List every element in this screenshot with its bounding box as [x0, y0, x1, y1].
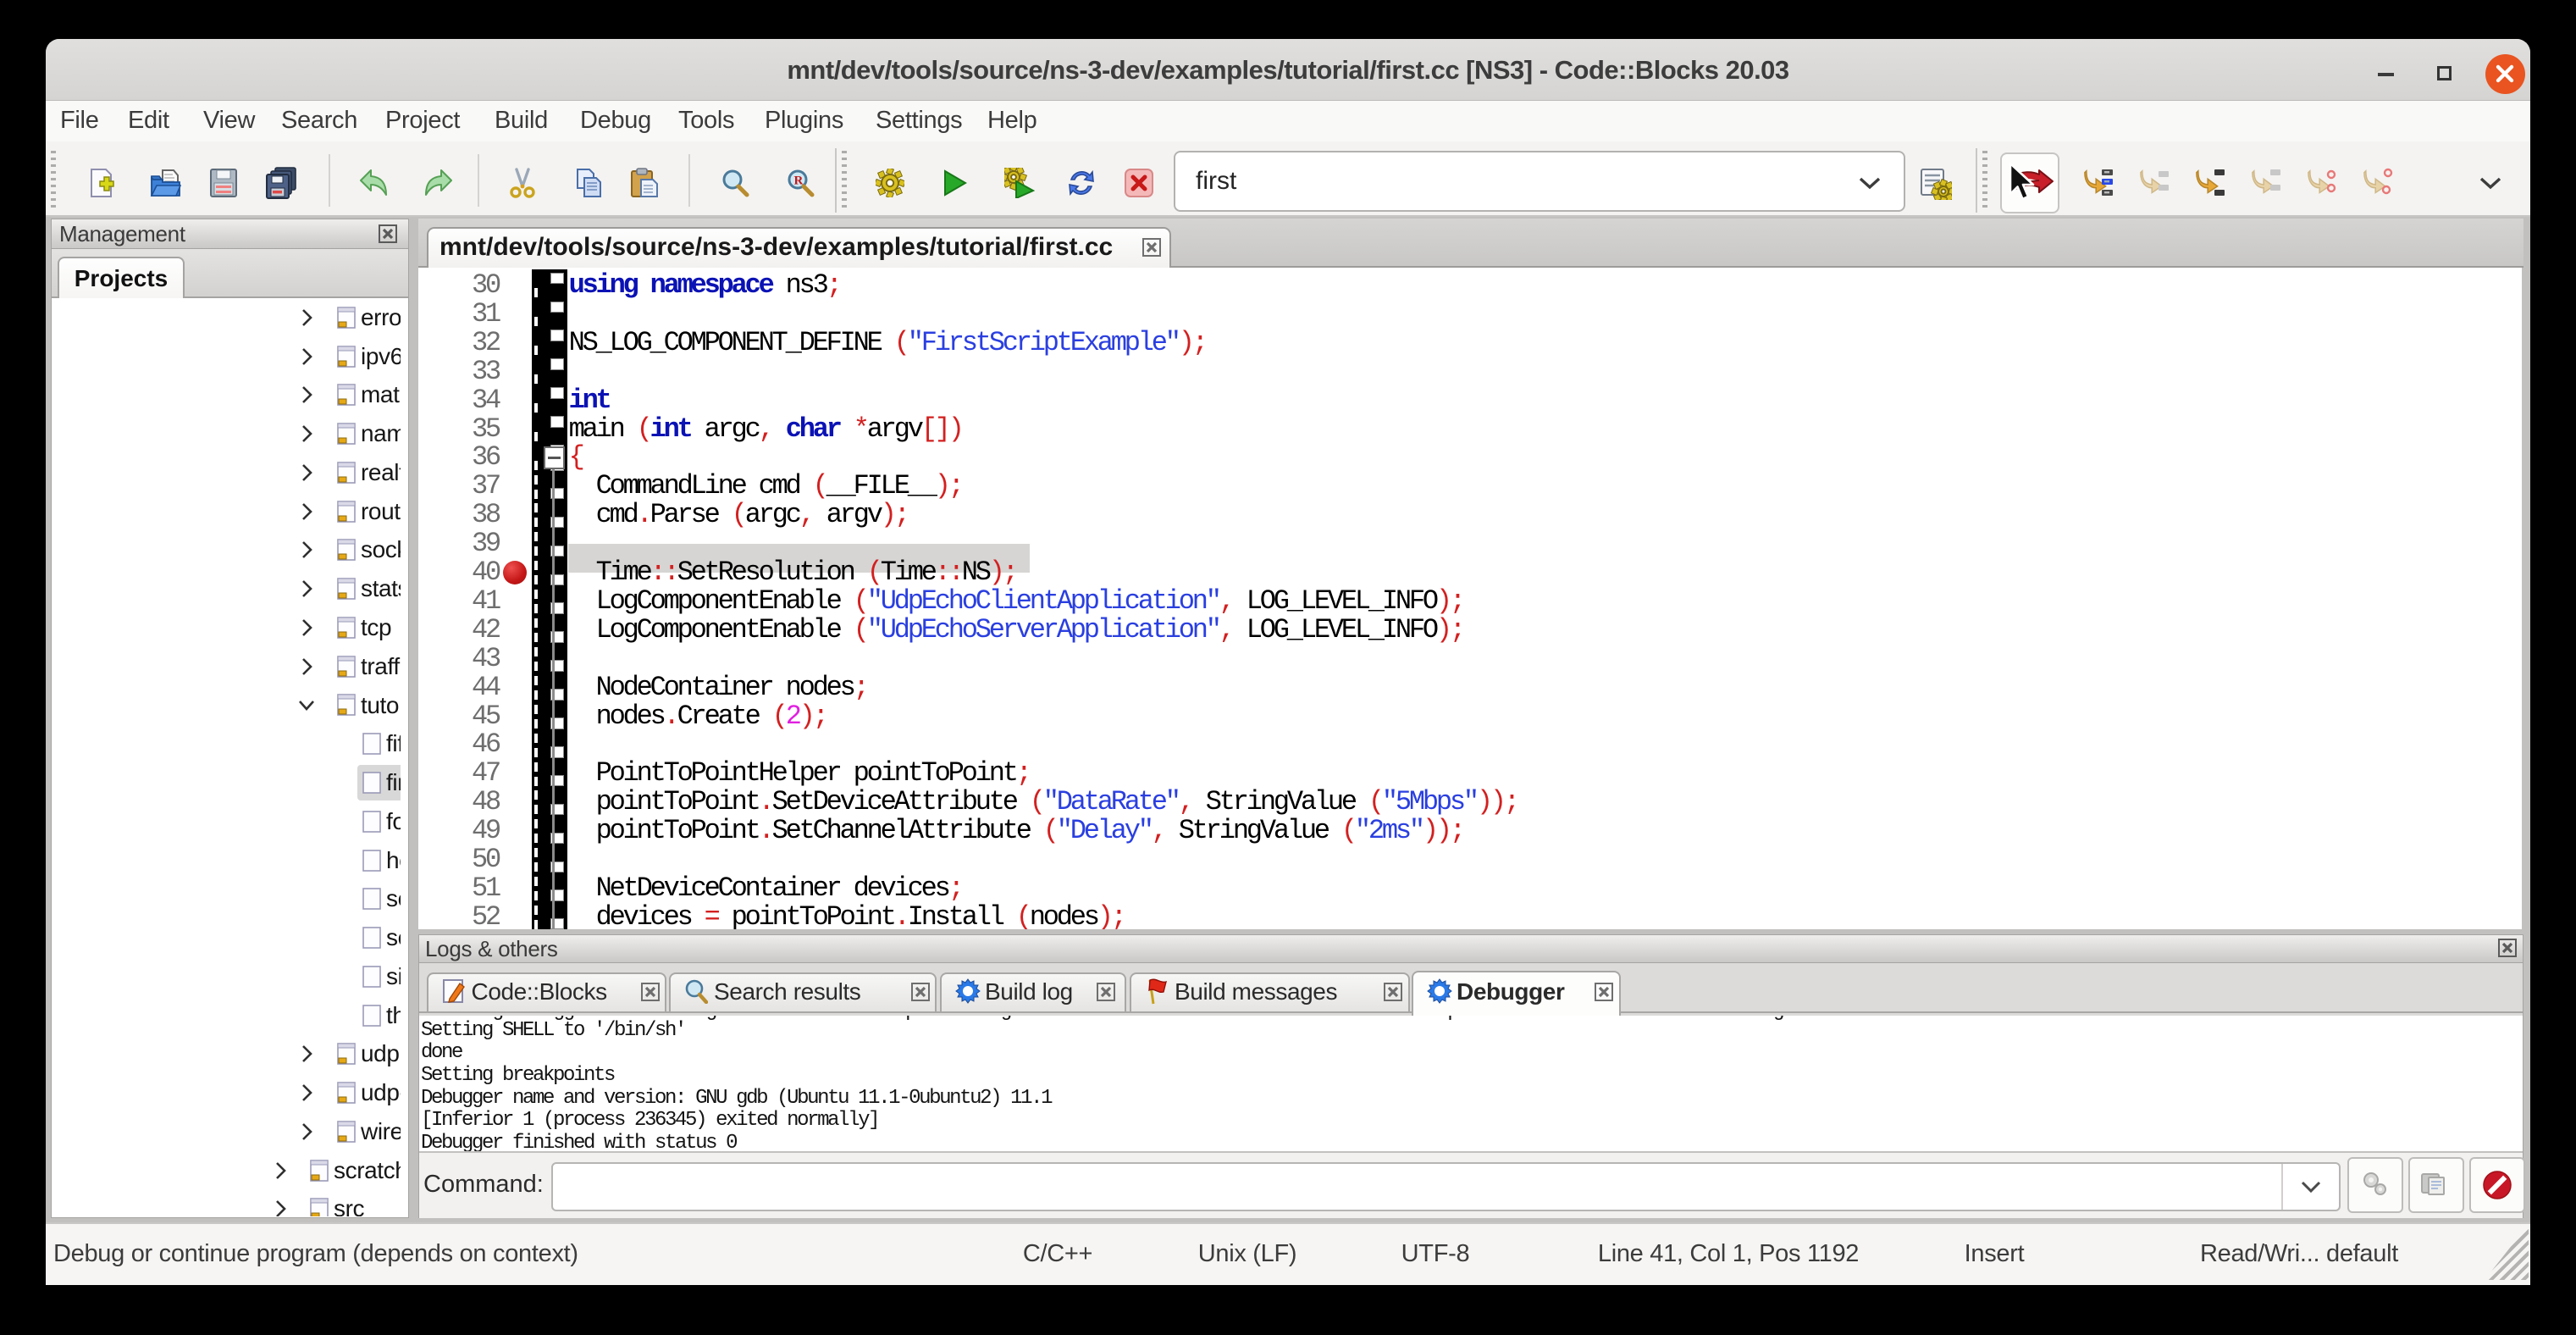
svg-text:R: R: [794, 174, 804, 188]
